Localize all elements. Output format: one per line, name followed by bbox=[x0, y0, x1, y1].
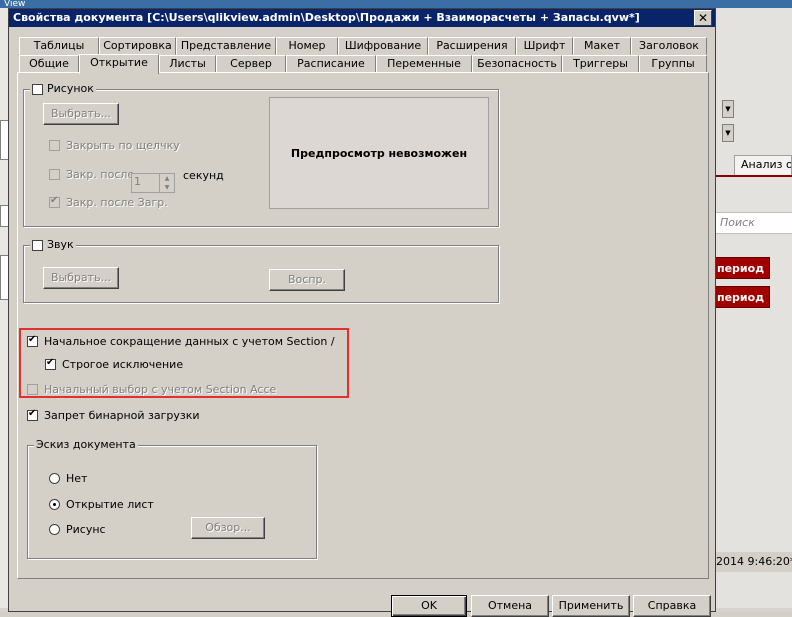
tab-presentation[interactable]: Представление bbox=[176, 37, 276, 55]
binary-load-checkbox[interactable] bbox=[27, 408, 38, 421]
help-button[interactable]: Справка bbox=[633, 595, 711, 617]
tab-caption[interactable]: Заголовок bbox=[631, 37, 707, 55]
thumbnail-sheet-radio[interactable] bbox=[49, 498, 60, 510]
background-period-button-2[interactable]: период bbox=[712, 286, 770, 308]
sound-group-header: Звук bbox=[30, 238, 76, 252]
tab-general[interactable]: Общие bbox=[19, 55, 79, 73]
tab-triggers[interactable]: Триггеры bbox=[562, 55, 639, 73]
sound-checkbox[interactable] bbox=[32, 239, 43, 251]
tab-schedule[interactable]: Расписание bbox=[286, 55, 376, 73]
tab-sheets[interactable]: Листы bbox=[159, 55, 216, 73]
thumbnail-option-sheet[interactable]: Открытие лист bbox=[49, 496, 154, 512]
thumbnail-picture-label: Рисунс bbox=[66, 522, 106, 536]
sound-select-button[interactable]: Выбрать... bbox=[43, 267, 119, 289]
close-after-seconds-value: 1 bbox=[134, 175, 141, 188]
ok-button[interactable]: OK bbox=[391, 595, 467, 617]
background-tab-underline bbox=[716, 175, 792, 177]
thumbnail-picture-radio[interactable] bbox=[49, 523, 60, 535]
background-combo-arrow-2[interactable]: ▼ bbox=[722, 124, 734, 142]
picture-preview: Предпросмотр невозможен bbox=[269, 97, 489, 209]
picture-label: Рисунок bbox=[47, 82, 94, 95]
tab-number[interactable]: Номер bbox=[276, 37, 338, 55]
thumbnail-browse-button[interactable]: Обзор... bbox=[191, 517, 265, 539]
tab-server[interactable]: Сервер bbox=[216, 55, 286, 73]
background-search-input[interactable]: Поиск bbox=[716, 212, 792, 234]
dialog-title: Свойства документа [C:\Users\qlikview.ad… bbox=[9, 9, 715, 27]
close-after-checkbox[interactable] bbox=[49, 168, 60, 180]
thumbnail-none-radio[interactable] bbox=[49, 472, 60, 484]
sound-label: Звук bbox=[47, 238, 74, 251]
seconds-label: секунд bbox=[183, 168, 224, 182]
apply-button[interactable]: Применить bbox=[552, 595, 630, 617]
tab-font[interactable]: Шрифт bbox=[516, 37, 573, 55]
background-tab-analysis[interactable]: Анализ о bbox=[734, 155, 792, 175]
background-window-title: View bbox=[0, 0, 792, 9]
tab-opening[interactable]: Открытие bbox=[79, 54, 159, 74]
tab-encryption[interactable]: Шифрование bbox=[338, 37, 428, 55]
close-after-load-option[interactable]: Закр. после Загр. bbox=[49, 194, 168, 210]
tab-variables[interactable]: Переменные bbox=[376, 55, 472, 73]
background-right-panel bbox=[716, 8, 792, 608]
red-highlight-annotation bbox=[19, 328, 349, 398]
close-on-click-option[interactable]: Закрыть по щелчку bbox=[49, 137, 180, 153]
thumbnail-option-none[interactable]: Нет bbox=[49, 470, 87, 486]
background-combo-arrow[interactable]: ▼ bbox=[722, 100, 734, 118]
background-status-time: 2014 9:46:20* bbox=[716, 552, 792, 572]
picture-select-button[interactable]: Выбрать... bbox=[43, 103, 119, 125]
thumbnail-option-picture[interactable]: Рисунс bbox=[49, 521, 106, 537]
tab-groups[interactable]: Группы bbox=[639, 55, 707, 73]
close-after-label: Закр. после bbox=[66, 167, 135, 181]
close-after-option[interactable]: Закр. после bbox=[49, 166, 134, 182]
tab-security[interactable]: Безопасность bbox=[472, 55, 562, 73]
binary-load-label: Запрет бинарной загрузки bbox=[44, 408, 200, 422]
picture-group-header: Рисунок bbox=[30, 82, 96, 96]
tab-layout[interactable]: Макет bbox=[573, 37, 631, 55]
close-after-load-label: Закр. после Загр. bbox=[66, 195, 168, 209]
binary-load-option[interactable]: Запрет бинарной загрузки bbox=[27, 407, 200, 423]
thumbnail-none-label: Нет bbox=[66, 471, 88, 485]
close-icon[interactable]: ✕ bbox=[694, 10, 712, 26]
close-on-click-label: Закрыть по щелчку bbox=[66, 138, 180, 152]
tab-extensions[interactable]: Расширения bbox=[428, 37, 516, 55]
close-after-load-checkbox[interactable] bbox=[49, 195, 60, 208]
tab-sort[interactable]: Сортировка bbox=[99, 37, 176, 55]
cancel-button[interactable]: Отмена bbox=[471, 595, 549, 617]
thumbnail-group-label: Эскиз документа bbox=[34, 438, 138, 452]
document-properties-dialog: Свойства документа [C:\Users\qlikview.ad… bbox=[8, 8, 716, 617]
close-after-seconds-spinner[interactable]: 1 ▲ ▼ bbox=[131, 173, 175, 193]
tab-tables[interactable]: Таблицы bbox=[19, 37, 99, 55]
thumbnail-sheet-label: Открытие лист bbox=[66, 497, 154, 511]
picture-checkbox[interactable] bbox=[32, 83, 43, 95]
sound-play-button[interactable]: Воспр. bbox=[269, 269, 345, 291]
background-period-button-1[interactable]: период bbox=[712, 257, 770, 279]
close-on-click-checkbox[interactable] bbox=[49, 139, 60, 151]
spinner-arrows-icon[interactable]: ▲ ▼ bbox=[159, 174, 174, 192]
